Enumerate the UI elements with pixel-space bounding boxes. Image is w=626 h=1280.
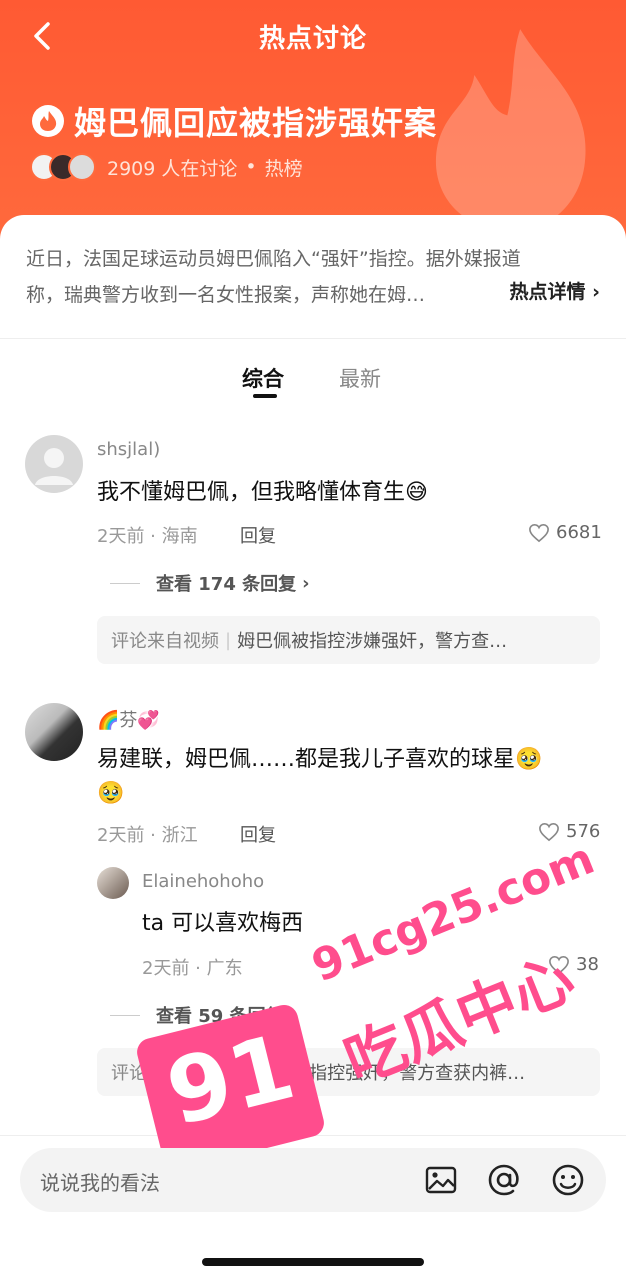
reply-avatar[interactable]	[97, 867, 129, 899]
comment-username[interactable]: shsjlal)	[97, 439, 160, 460]
home-indicator	[202, 1258, 424, 1266]
discussion-meta: 2909 人在讨论 • 热榜	[30, 153, 303, 181]
discussion-count: 2909 人在讨论	[107, 157, 238, 180]
at-icon[interactable]	[485, 1161, 523, 1199]
avatar	[68, 153, 96, 181]
chevron-right-icon: ›	[302, 572, 310, 594]
summary-line: 近日，法国足球运动员姆巴佩陷入“强奸”指控。据外媒报道	[26, 248, 521, 270]
summary-line: 称，瑞典警方收到一名女性报案，声称她在姆…	[26, 284, 426, 306]
comment-time-location: 2天前 · 海南	[97, 526, 198, 547]
hot-topic-icon	[32, 105, 64, 137]
comment-avatar[interactable]	[25, 703, 83, 761]
participant-avatars	[30, 153, 96, 181]
divider	[110, 582, 140, 584]
divider	[0, 338, 626, 339]
comment-text: 我不懂姆巴佩，但我略懂体育生😅	[97, 480, 428, 505]
topic-title-row: 姆巴佩回应被指涉强奸案	[32, 98, 437, 144]
comment-input-bar[interactable]: 说说我的看法	[20, 1148, 606, 1212]
heart-icon	[529, 523, 549, 542]
comment-source-box[interactable]: 评论来自视频 | 姆巴佩被指控涉嫌强奸，警方查…	[97, 616, 600, 664]
source-prefix: 评论来自视频	[111, 631, 219, 652]
comment-text-continued: 🥹	[97, 781, 125, 806]
like-button[interactable]: 6681	[528, 522, 602, 543]
detail-link-label: 热点详情	[509, 281, 586, 303]
rank-label: 热榜	[264, 157, 303, 180]
reply-username[interactable]: Elainehohoho	[142, 871, 264, 892]
meta-bullet: •	[245, 156, 257, 178]
like-count: 38	[576, 954, 599, 975]
comment-username[interactable]: 🌈芬💞	[97, 706, 160, 732]
reply-button[interactable]: 回复	[240, 522, 276, 548]
reply-text: ta 可以喜欢梅西	[142, 911, 304, 936]
reply-button[interactable]: 回复	[240, 821, 276, 847]
nav-title: 热点讨论	[258, 24, 367, 54]
view-replies-label: 查看 174 条回复	[156, 574, 297, 595]
emoji-icon[interactable]	[549, 1161, 587, 1199]
view-replies-link[interactable]: 查看 174 条回复 ›	[110, 570, 310, 596]
reply-time-location: 2天前 · 广东	[142, 958, 243, 979]
comment-text: 易建联，姆巴佩……都是我儿子喜欢的球星🥹	[97, 747, 543, 772]
default-avatar-icon	[35, 448, 73, 485]
image-icon[interactable]	[422, 1161, 460, 1199]
topic-title: 姆巴佩回应被指涉强奸案	[74, 104, 438, 142]
tab-comprehensive[interactable]: 综合	[242, 363, 284, 393]
topic-detail-link[interactable]: 热点详情 ›	[510, 277, 600, 304]
tab-latest[interactable]: 最新	[339, 363, 381, 393]
divider	[110, 1014, 140, 1016]
comment-input-placeholder[interactable]: 说说我的看法	[40, 1167, 160, 1196]
comment-time-location: 2天前 · 浙江	[97, 825, 198, 846]
source-video-title: 姆巴佩被指控涉嫌强奸，警方查…	[237, 631, 508, 652]
like-count: 6681	[556, 522, 602, 543]
comment-avatar[interactable]	[25, 435, 83, 493]
topic-header: 热点讨论 姆巴佩回应被指涉强奸案 2909 人在讨论 • 热榜	[0, 0, 626, 250]
active-tab-indicator	[253, 394, 277, 398]
heart-icon	[539, 822, 559, 841]
source-separator: |	[225, 629, 232, 651]
chevron-right-icon: ›	[592, 281, 600, 303]
